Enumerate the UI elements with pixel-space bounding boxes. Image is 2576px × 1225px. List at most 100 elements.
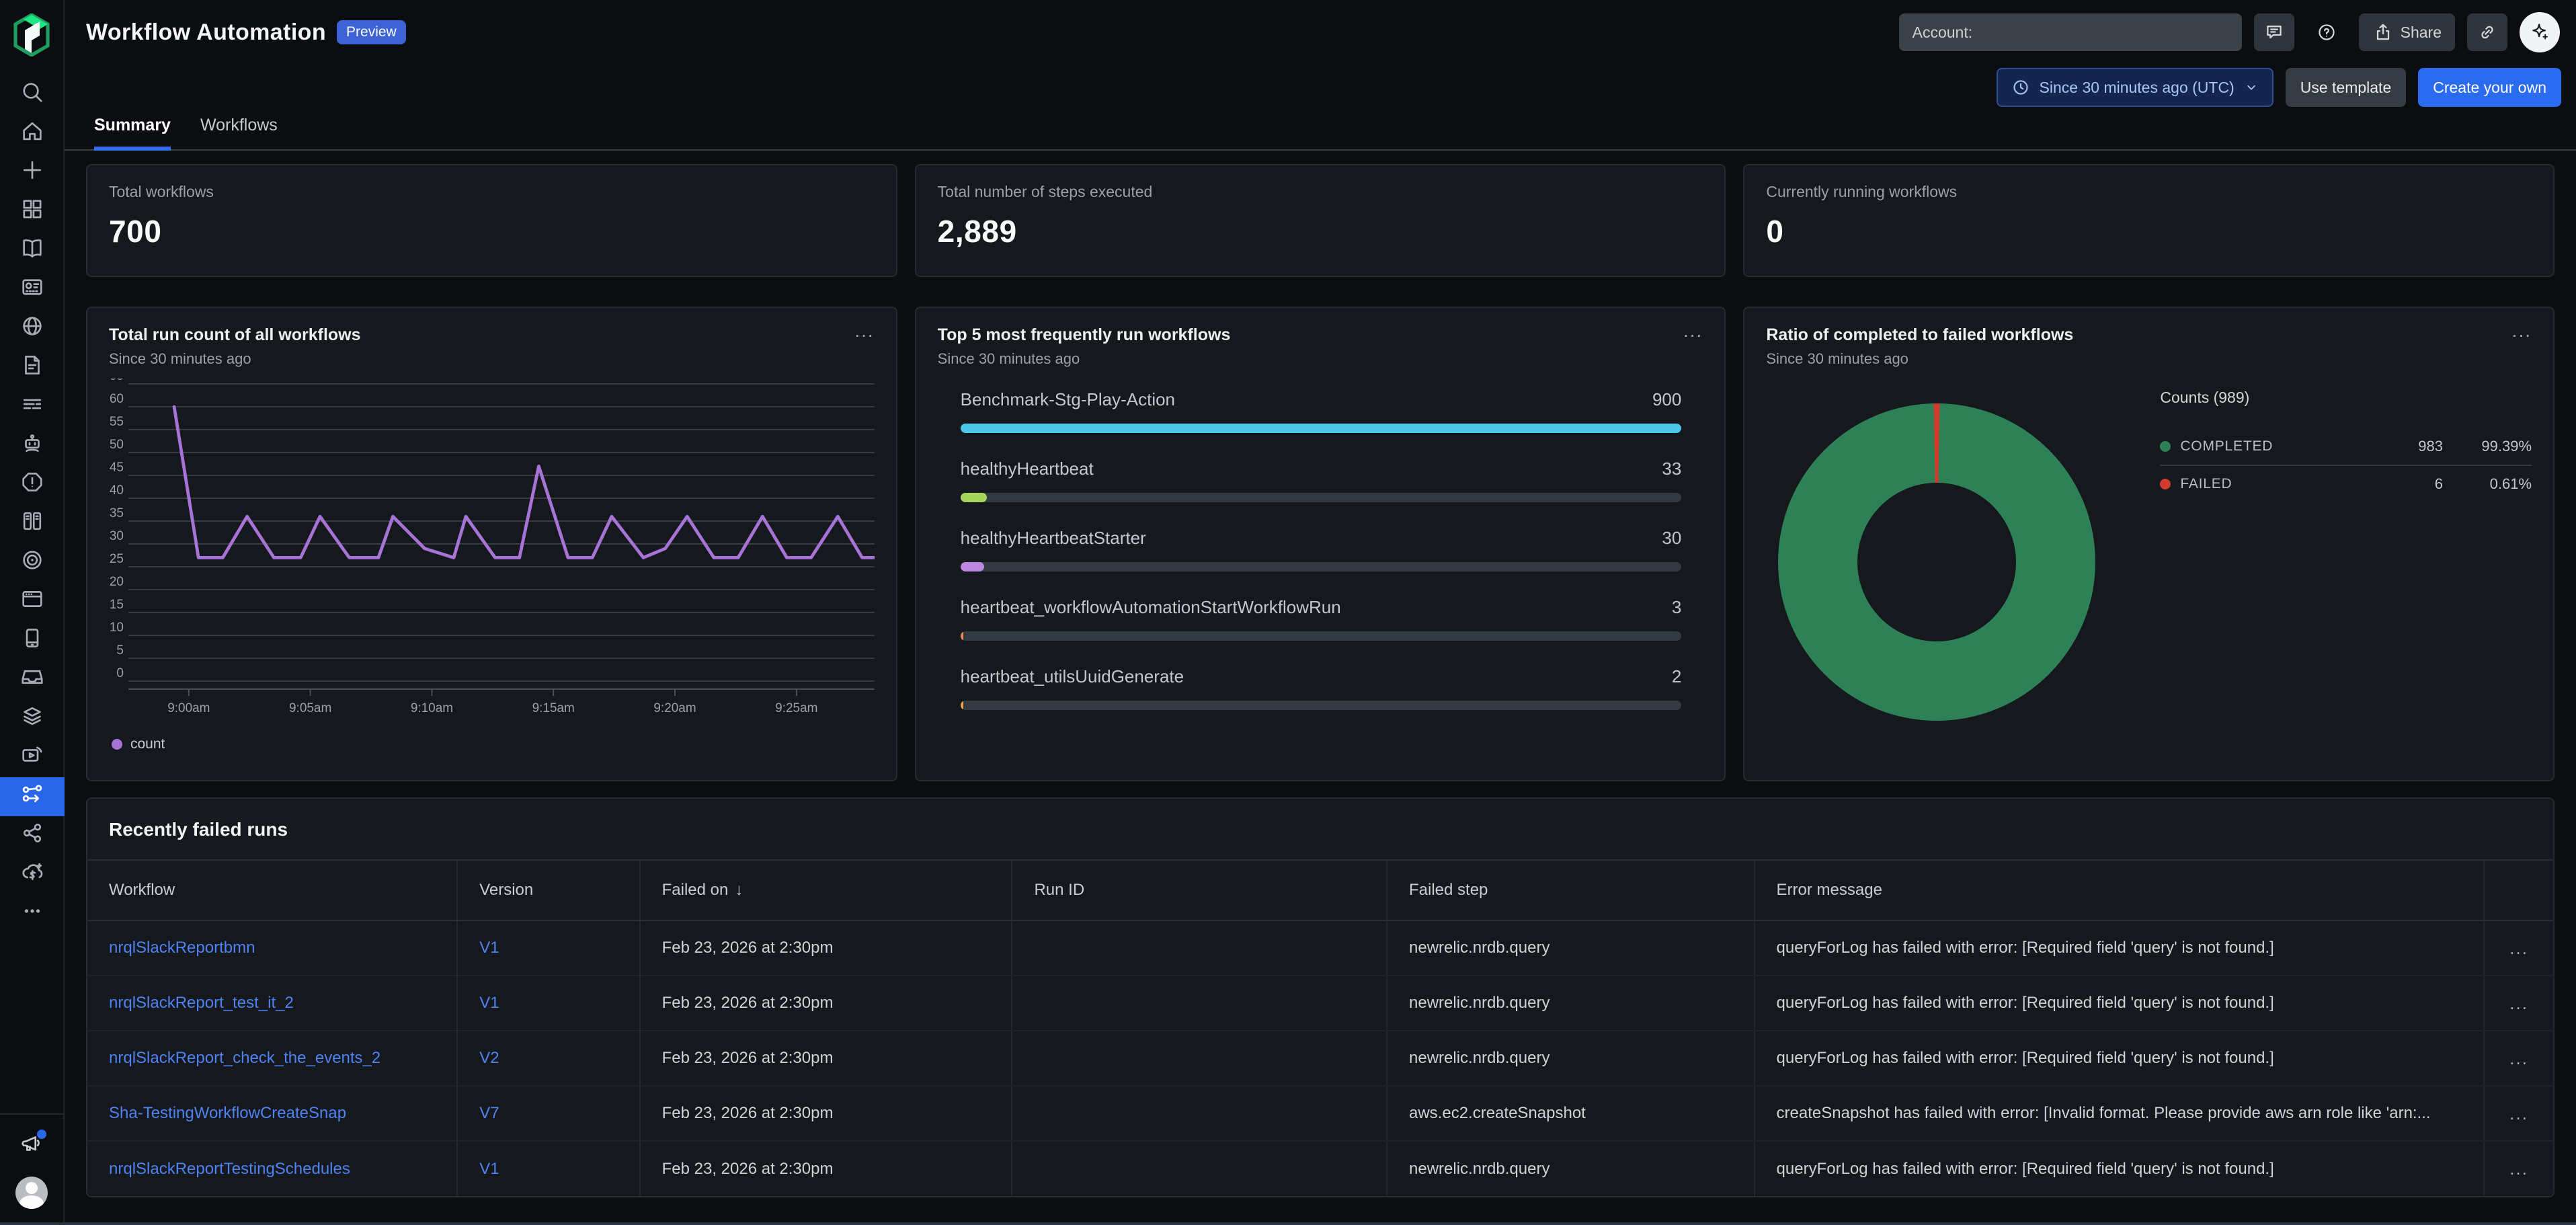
help-button[interactable] (2306, 13, 2347, 51)
top5-item[interactable]: healthyHeartbeat33 (961, 459, 1682, 502)
workflow-link[interactable]: nrqlSlackReportTestingSchedules (109, 1160, 350, 1178)
svg-text:35: 35 (110, 506, 124, 520)
sidebar-item-inbox[interactable] (0, 660, 65, 699)
row-menu-button[interactable]: ... (2509, 1103, 2528, 1124)
top5-item[interactable]: heartbeat_utilsUuidGenerate2 (961, 666, 1682, 710)
new-relic-logo[interactable] (13, 13, 50, 56)
version-link[interactable]: V7 (479, 1104, 499, 1122)
cell-version: V1 (457, 1141, 639, 1196)
time-range-picker[interactable]: Since 30 minutes ago (UTC) (1997, 68, 2273, 107)
sidebar-item-docs-book[interactable] (0, 231, 65, 270)
column-header-workflow[interactable]: Workflow (87, 860, 457, 920)
column-header-failed-step[interactable]: Failed step (1387, 860, 1755, 920)
sidebar-item-document[interactable] (0, 348, 65, 387)
donut-legend-item-failed[interactable]: FAILED60.61% (2160, 465, 2532, 502)
sidebar-item-search[interactable] (0, 75, 65, 114)
plus-icon (19, 157, 45, 188)
cell-failed-step: newrelic.nrdb.query (1387, 1031, 1755, 1086)
top5-item[interactable]: healthyHeartbeatStarter30 (961, 528, 1682, 571)
announcements-button[interactable] (0, 1125, 64, 1166)
panel-menu-button[interactable]: ... (2512, 325, 2532, 336)
row-menu-button[interactable]: ... (2509, 938, 2528, 959)
bottom-edge-line (0, 1222, 2576, 1225)
version-link[interactable]: V1 (479, 994, 499, 1012)
svg-text:15: 15 (110, 598, 124, 612)
column-header-actions[interactable] (2484, 860, 2553, 920)
sidebar-item-infrastructure-hosts[interactable] (0, 504, 65, 543)
cell-failed-step: newrelic.nrdb.query (1387, 1141, 1755, 1196)
column-header-error-message[interactable]: Error message (1755, 860, 2485, 920)
svg-text:5: 5 (116, 643, 124, 658)
column-header-version[interactable]: Version (457, 860, 639, 920)
panel-menu-button[interactable]: ... (854, 325, 874, 336)
sidebar-item-alerts[interactable] (0, 465, 65, 504)
account-select[interactable]: Account: (1899, 13, 2242, 51)
version-link[interactable]: V1 (479, 939, 499, 957)
copy-link-button[interactable] (2467, 13, 2507, 51)
tab-workflows[interactable]: Workflows (200, 110, 278, 151)
sidebar-item-home[interactable] (0, 114, 65, 153)
apm-target-icon (19, 547, 45, 578)
sidebar-item-browser[interactable] (0, 582, 65, 621)
panels-row: Total run count of all workflows Since 3… (86, 307, 2554, 781)
top5-item[interactable]: Benchmark-Stg-Play-Action900 (961, 389, 1682, 433)
sidebar-divider (0, 1113, 63, 1115)
sidebar-item-mobile[interactable] (0, 621, 65, 660)
share-icon (2372, 22, 2394, 43)
workflow-link[interactable]: Sha-TestingWorkflowCreateSnap (109, 1104, 346, 1122)
workflow-link[interactable]: nrqlSlackReport_test_it_2 (109, 994, 294, 1012)
cell-run-id (1012, 1086, 1387, 1141)
panel-head: Top 5 most frequently run workflows Sinc… (938, 325, 1703, 368)
sidebar-item-session-replay[interactable] (0, 738, 65, 777)
legend-count: 6 (2365, 475, 2443, 493)
sidebar-item-workflow-automation[interactable] (0, 777, 65, 816)
row-menu-button[interactable]: ... (2509, 1048, 2528, 1069)
panel-menu-button[interactable]: ... (1683, 325, 1703, 336)
create-your-own-button[interactable]: Create your own (2418, 68, 2561, 107)
user-avatar[interactable] (15, 1177, 48, 1209)
svg-text:9:20am: 9:20am (653, 701, 696, 715)
sidebar-item-more-dots[interactable] (0, 894, 65, 933)
sidebar-item-apps-grid[interactable] (0, 192, 65, 231)
svg-text:9:25am: 9:25am (775, 701, 817, 715)
workflow-name: heartbeat_utilsUuidGenerate (961, 666, 1184, 687)
row-menu-button[interactable]: ... (2509, 993, 2528, 1014)
svg-text:60: 60 (110, 392, 124, 406)
top5-item[interactable]: heartbeat_workflowAutomationStartWorkflo… (961, 597, 1682, 641)
sidebar-item-layers[interactable] (0, 699, 65, 738)
column-header-failed-on[interactable]: Failed on↓ (640, 860, 1012, 920)
sidebar-item-globe[interactable] (0, 309, 65, 348)
share-button[interactable]: Share (2359, 13, 2455, 51)
tab-summary[interactable]: Summary (94, 110, 171, 151)
cell-error-message: queryForLog has failed with error: [Requ… (1755, 976, 2485, 1031)
sidebar-item-dashboards[interactable] (0, 270, 65, 309)
cloud-cost-icon (19, 859, 45, 890)
stat-value: 0 (1766, 213, 2532, 249)
panel-run-count: Total run count of all workflows Since 3… (86, 307, 897, 781)
bar-fill (961, 424, 1682, 433)
row-menu-button[interactable]: ... (2509, 1158, 2528, 1179)
sidebar-item-plus[interactable] (0, 153, 65, 192)
workflow-link[interactable]: nrqlSlackReport_check_the_events_2 (109, 1049, 380, 1067)
ai-assistant-button[interactable] (2520, 12, 2560, 52)
copy-link-icon (2477, 22, 2498, 43)
version-link[interactable]: V1 (479, 1160, 499, 1178)
sidebar-item-apm-target[interactable] (0, 543, 65, 582)
clock-icon (2011, 78, 2030, 97)
feedback-button[interactable] (2254, 13, 2294, 51)
sidebar-item-ai-robot[interactable] (0, 426, 65, 465)
workflow-link[interactable]: nrqlSlackReportbmn (109, 939, 255, 957)
bar-fill (961, 631, 964, 641)
sidebar-item-service-map[interactable] (0, 816, 65, 855)
sidebar-item-cloud-cost[interactable] (0, 855, 65, 894)
cell-failed-on: Feb 23, 2026 at 2:30pm (640, 1031, 1012, 1086)
table-header-row: WorkflowVersionFailed on↓Run IDFailed st… (87, 860, 2553, 920)
column-header-run-id[interactable]: Run ID (1012, 860, 1387, 920)
cell-workflow: nrqlSlackReportTestingSchedules (87, 1141, 457, 1196)
use-template-button[interactable]: Use template (2286, 68, 2407, 107)
stat-card: Total number of steps executed2,889 (915, 164, 1726, 277)
sidebar-item-logs-list[interactable] (0, 387, 65, 426)
donut-legend-item-completed[interactable]: COMPLETED98399.39% (2160, 428, 2532, 465)
chart-legend[interactable]: count (109, 736, 875, 752)
version-link[interactable]: V2 (479, 1049, 499, 1067)
